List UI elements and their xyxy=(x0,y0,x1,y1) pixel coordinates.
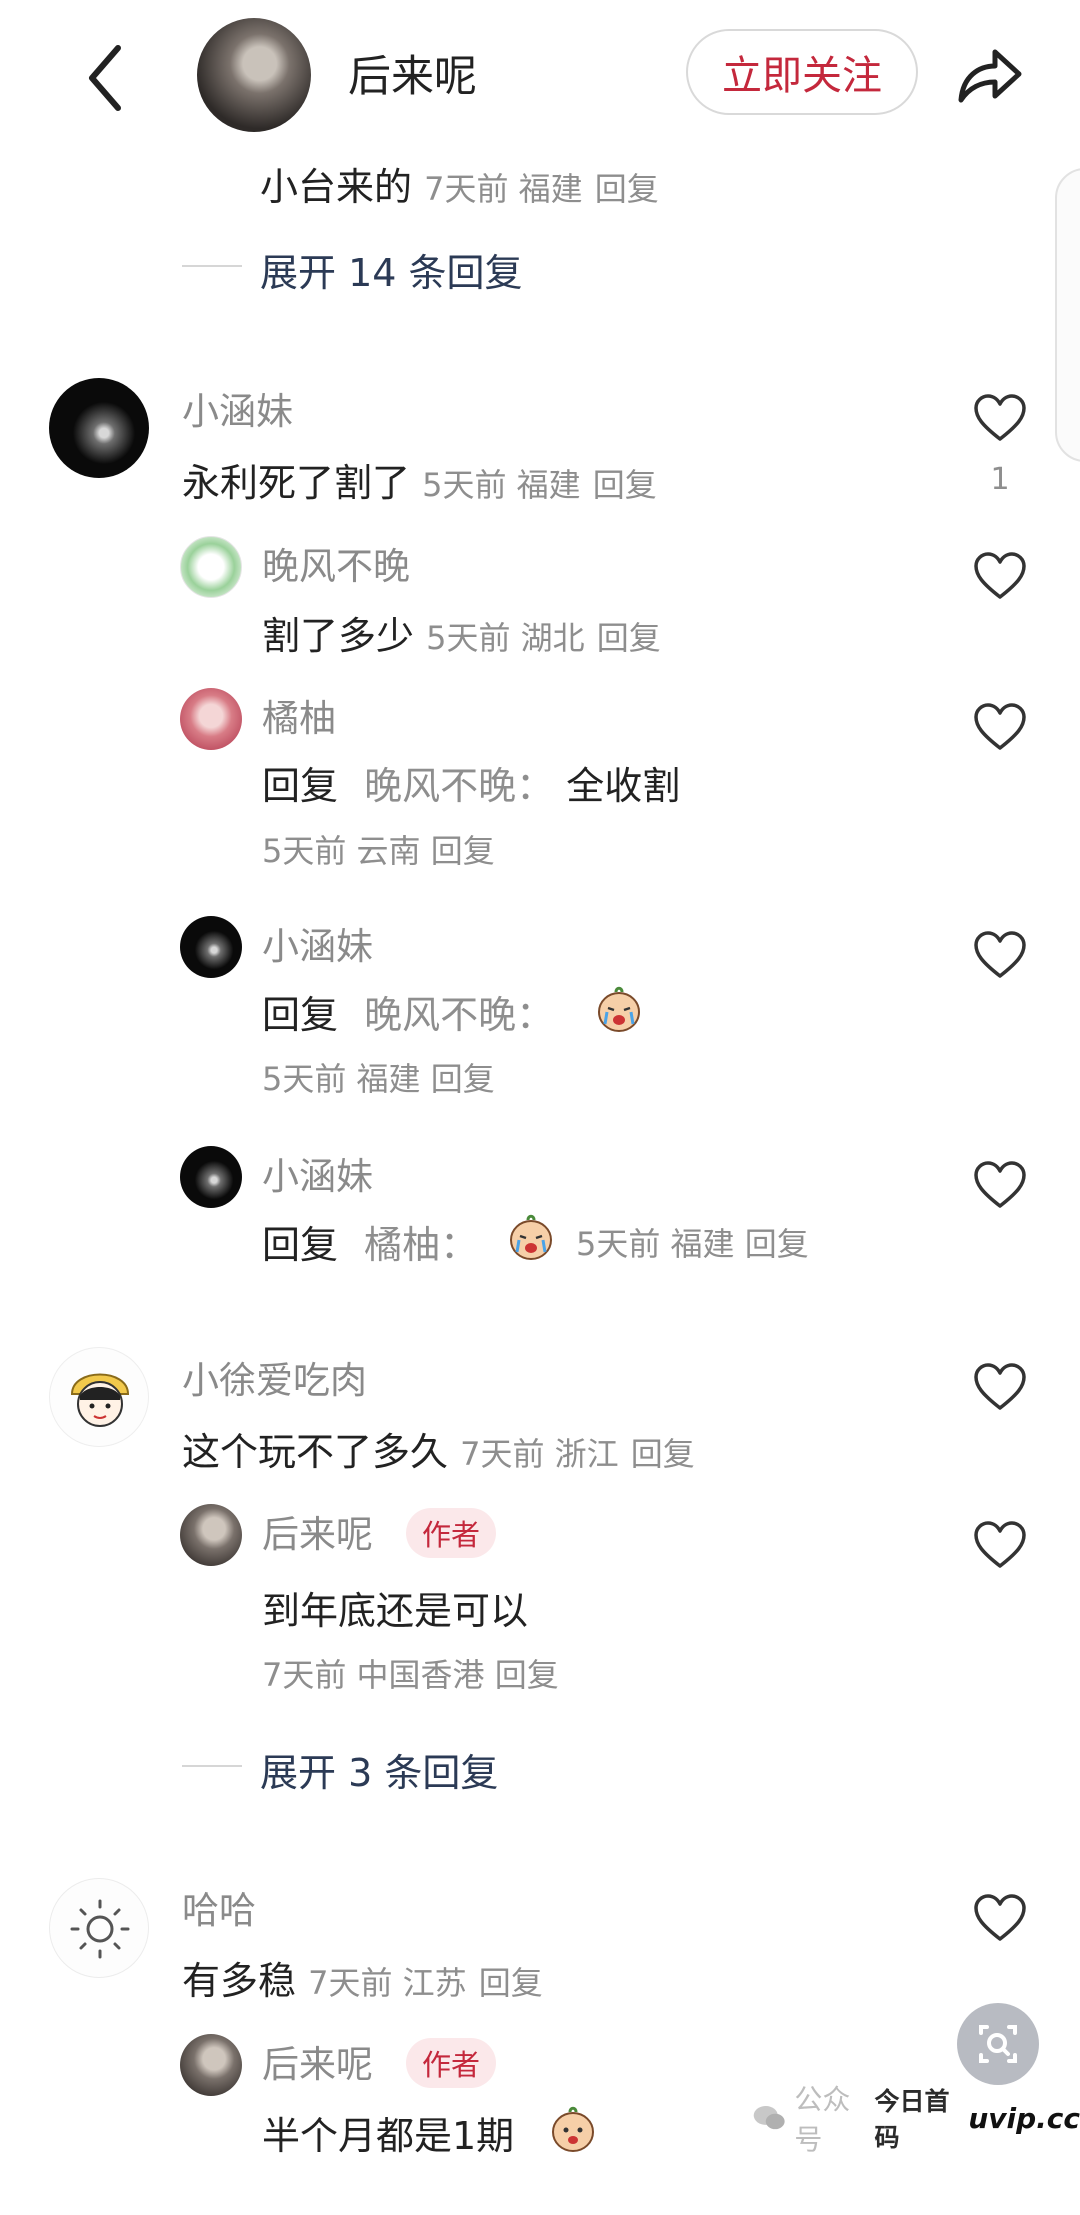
reply-target[interactable]: 晚风不晚： xyxy=(364,993,554,1037)
like-heart-icon[interactable] xyxy=(972,393,1028,443)
reply-meta-line: 7天前 中国香港 回复 xyxy=(262,1650,559,1696)
like-heart-icon[interactable] xyxy=(972,1160,1028,1210)
commenter-avatar[interactable] xyxy=(49,378,149,478)
follow-button[interactable]: 立即关注 xyxy=(686,29,918,115)
comment-meta: 5天前 福建 xyxy=(422,466,581,504)
like-heart-icon[interactable] xyxy=(972,930,1028,980)
commenter-name[interactable]: 小徐爱吃肉 xyxy=(182,1350,367,1404)
watermark-publisher-label: 公众号 xyxy=(794,2083,851,2156)
reply-meta: 7天前 福建 xyxy=(424,170,583,208)
reply-target[interactable]: 橘柚： xyxy=(364,1223,478,1267)
reply-body: 回复 晚风不晚： 全收割 xyxy=(262,755,680,810)
side-panel-handle[interactable] xyxy=(1055,168,1080,462)
wechat-icon xyxy=(753,2105,785,2130)
reply-button[interactable]: 回复 xyxy=(631,1435,695,1473)
comment-text: 永利死了割了 xyxy=(182,461,411,505)
reply-target[interactable]: 晚风不晚： xyxy=(364,764,554,808)
author-badge: 作者 xyxy=(406,1508,497,1558)
author-reply-text: 到年底还是可以 xyxy=(262,1589,529,1633)
comment-meta: 7天前 浙江 xyxy=(460,1435,619,1473)
reply-prefix: 回复 xyxy=(262,993,339,1037)
author-avatar[interactable] xyxy=(197,18,311,132)
back-arrow-icon[interactable] xyxy=(78,38,134,118)
reply-button[interactable]: 回复 xyxy=(479,1964,543,2002)
scan-search-icon xyxy=(979,2025,1017,2063)
watermark-site: uvip.cc xyxy=(968,2101,1080,2135)
image-search-button[interactable] xyxy=(957,2003,1039,2085)
reply-meta: 5天前 云南 xyxy=(262,832,421,870)
replier-name[interactable]: 小涵妹 xyxy=(262,916,373,970)
author-badge: 作者 xyxy=(406,2038,497,2088)
reply-button[interactable]: 回复 xyxy=(431,1060,495,1098)
author-reply-avatar[interactable] xyxy=(180,1504,242,1566)
author-username[interactable]: 后来呢 xyxy=(348,42,477,104)
replier-name[interactable]: 小涵妹 xyxy=(262,1146,373,1200)
reply-body: 回复 晚风不晚： xyxy=(262,984,554,1039)
peach-face-emoji-icon xyxy=(552,2106,594,2152)
reply-meta: 5天前 福建 xyxy=(576,1225,735,1263)
reply-meta: 5天前 福建 xyxy=(262,1060,421,1098)
author-reply-name[interactable]: 后来呢 xyxy=(262,2034,373,2088)
author-reply-avatar[interactable] xyxy=(180,2034,242,2096)
comment-body: 永利死了割了 5天前 福建 回复 xyxy=(182,452,657,507)
author-reply-name[interactable]: 后来呢 xyxy=(262,1504,373,1558)
replier-name[interactable]: 橘柚 xyxy=(262,688,336,742)
commenter-avatar[interactable] xyxy=(49,1347,149,1447)
reply-meta: 5天前 湖北 xyxy=(426,619,585,657)
reply-button[interactable]: 回复 xyxy=(745,1225,809,1263)
reply-prefix: 回复 xyxy=(262,764,339,808)
reply-meta-line: 5天前 福建 回复 xyxy=(576,1219,809,1265)
crying-face-emoji-icon xyxy=(598,986,640,1032)
reply-button[interactable]: 回复 xyxy=(597,619,661,657)
replier-name[interactable]: 晚风不晚 xyxy=(262,536,410,590)
reply-meta-line: 5天前 福建 回复 xyxy=(262,1054,495,1100)
reply-text-content: 小台来的 xyxy=(260,165,413,209)
commenter-name[interactable]: 哈哈 xyxy=(182,1880,256,1934)
comment-text: 有多稳 xyxy=(182,1959,297,2003)
like-heart-icon[interactable] xyxy=(972,1520,1028,1570)
reply-meta: 7天前 中国香港 xyxy=(262,1656,485,1694)
replier-avatar[interactable] xyxy=(180,1146,242,1208)
reply-text-content: 割了多少 xyxy=(262,614,415,658)
replier-avatar[interactable] xyxy=(180,688,242,750)
share-icon[interactable] xyxy=(953,40,1025,110)
comment-body: 这个玩不了多久 7天前 浙江 回复 xyxy=(182,1421,695,1476)
author-reply-text: 半个月都是1期 xyxy=(262,2114,515,2158)
reply-text-content: 全收割 xyxy=(566,764,681,808)
reply-text: 小台来的 7天前 福建 回复 xyxy=(260,156,659,211)
like-heart-icon[interactable] xyxy=(972,1893,1028,1943)
replier-avatar[interactable] xyxy=(180,536,242,598)
commenter-avatar[interactable] xyxy=(49,1878,149,1978)
like-heart-icon[interactable] xyxy=(972,702,1028,752)
reply-button[interactable]: 回复 xyxy=(431,832,495,870)
sun-icon xyxy=(70,1899,130,1959)
watermark: 公众号 今日首码 uvip.cc xyxy=(752,2083,1080,2156)
reply-button[interactable]: 回复 xyxy=(495,1656,559,1694)
cartoon-girl-avatar-icon xyxy=(70,1373,130,1427)
comment-body: 有多稳 7天前 江苏 回复 xyxy=(182,1950,543,2005)
divider xyxy=(182,1765,242,1767)
expand-replies-button[interactable]: 展开 3 条回复 xyxy=(260,1742,498,1797)
comment-text: 这个玩不了多久 xyxy=(182,1430,449,1474)
reply-prefix: 回复 xyxy=(262,1223,339,1267)
reply-button[interactable]: 回复 xyxy=(593,466,657,504)
reply-body: 割了多少 5天前 湖北 回复 xyxy=(262,605,661,660)
like-count: 1 xyxy=(990,462,1010,497)
divider xyxy=(182,265,242,267)
like-heart-icon[interactable] xyxy=(972,1362,1028,1412)
commenter-name[interactable]: 小涵妹 xyxy=(182,381,293,435)
reply-body: 回复 橘柚： xyxy=(262,1214,478,1269)
reply-button[interactable]: 回复 xyxy=(595,170,659,208)
watermark-brand: 今日首码 xyxy=(874,2087,950,2152)
expand-replies-button[interactable]: 展开 14 条回复 xyxy=(260,242,523,297)
comment-meta: 7天前 江苏 xyxy=(308,1964,467,2002)
crying-face-emoji-icon xyxy=(510,1214,552,1260)
reply-meta-line: 5天前 云南 回复 xyxy=(262,826,495,872)
like-heart-icon[interactable] xyxy=(972,551,1028,601)
replier-avatar[interactable] xyxy=(180,916,242,978)
